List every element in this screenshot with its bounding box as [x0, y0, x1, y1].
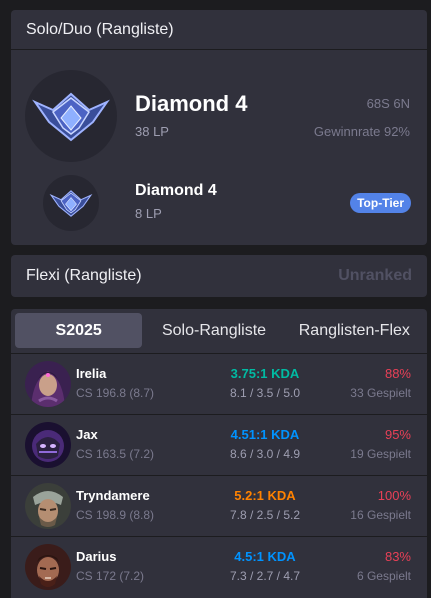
peak-league-points: 8 LP [135, 206, 162, 221]
champion-games-played: 19 Gespielt [350, 447, 411, 461]
champion-kda-detail: 8.1 / 3.5 / 5.0 [229, 386, 301, 400]
champion-cs: CS 198.9 (8.8) [76, 508, 155, 522]
champion-winrate: 100% [377, 488, 411, 503]
champion-kda-detail: 8.6 / 3.0 / 4.9 [229, 447, 301, 461]
current-tier-row: Diamond 4 38 LP 68S 6N Gewinnrate 92% [11, 58, 427, 178]
solo-duo-title: Solo/Duo (Rangliste) [26, 20, 174, 38]
solo-duo-ranked-card: Solo/Duo (Rangliste) Diamond 4 38 LP 68S… [11, 10, 427, 245]
diamond-emblem-icon [25, 70, 117, 162]
champion-row[interactable]: Tryndamere CS 198.9 (8.8) 5.2:1 KDA 7.8 … [11, 475, 427, 535]
champion-row[interactable]: Jax CS 163.5 (7.2) 4.51:1 KDA 8.6 / 3.0 … [11, 414, 427, 474]
win-rate: Gewinnrate 92% [313, 124, 410, 139]
tab-solo-ranked[interactable]: Solo-Rangliste [142, 313, 285, 348]
flex-ranked-card: Flexi (Rangliste) Unranked [11, 255, 427, 297]
champion-kda: 5.2:1 KDA [234, 488, 296, 503]
win-loss-record: 68S 6N [366, 96, 410, 111]
champion-games-played: 16 Gespielt [350, 508, 411, 522]
champion-winrate: 95% [384, 427, 411, 442]
champion-kda: 3.75:1 KDA [230, 366, 300, 381]
irelia-portrait-icon [25, 361, 71, 407]
darius-portrait-icon [25, 544, 71, 590]
champion-kda: 4.5:1 KDA [234, 549, 296, 564]
champion-games-played: 33 Gespielt [350, 386, 411, 400]
champion-name: Tryndamere [76, 488, 150, 503]
league-points: 38 LP [135, 124, 169, 139]
champion-row[interactable]: Irelia CS 196.8 (8.7) 3.75:1 KDA 8.1 / 3… [11, 353, 427, 413]
solo-duo-header: Solo/Duo (Rangliste) [11, 10, 427, 50]
champion-winrate: 83% [384, 549, 411, 564]
champion-name: Darius [76, 549, 117, 564]
tab-flex-ranked[interactable]: Ranglisten-Flex [286, 313, 423, 348]
tab-s2025[interactable]: S2025 [15, 313, 143, 348]
season-tabs: S2025 Solo-Rangliste Ranglisten-Flex [15, 313, 423, 348]
champion-name: Irelia [76, 366, 107, 381]
champion-winrate: 88% [384, 366, 411, 381]
peak-tier-row: Diamond 4 8 LP Top-Tier [11, 173, 427, 233]
peak-tier-name: Diamond 4 [135, 182, 217, 199]
champion-kda: 4.51:1 KDA [230, 427, 300, 442]
champion-row[interactable]: Darius CS 172 (7.2) 4.5:1 KDA 7.3 / 2.7 … [11, 536, 427, 596]
champion-stats-card: S2025 Solo-Rangliste Ranglisten-Flex Ire… [11, 309, 427, 598]
tryndamere-portrait-icon [25, 483, 71, 529]
champion-kda-detail: 7.3 / 2.7 / 4.7 [229, 569, 301, 583]
top-tier-badge: Top-Tier [350, 193, 411, 213]
tier-name: Diamond 4 [135, 91, 248, 116]
diamond-emblem-small-icon [43, 175, 99, 231]
champion-cs: CS 163.5 (7.2) [76, 447, 155, 461]
flex-header: Flexi (Rangliste) Unranked [11, 255, 427, 297]
flex-title: Flexi (Rangliste) [26, 267, 142, 284]
champion-cs: CS 172 (7.2) [76, 569, 145, 583]
champion-cs: CS 196.8 (8.7) [76, 386, 155, 400]
champion-games-played: 6 Gespielt [356, 569, 411, 583]
jax-portrait-icon [25, 422, 71, 468]
champion-name: Jax [76, 427, 98, 442]
unranked-status: Unranked [338, 267, 412, 284]
champion-kda-detail: 7.8 / 2.5 / 5.2 [229, 508, 301, 522]
